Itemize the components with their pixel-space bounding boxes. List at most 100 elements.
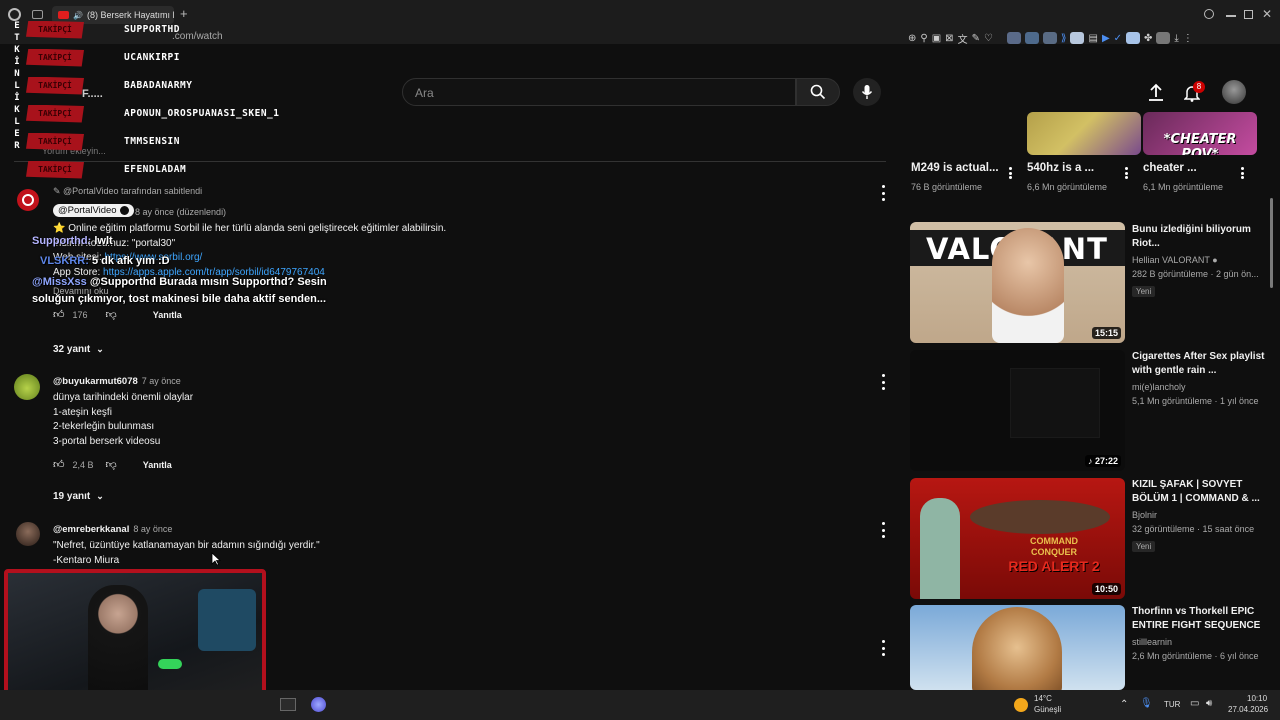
video-thumbnail[interactable] [910, 605, 1125, 690]
pin-icon: ✎ [53, 186, 64, 196]
comment-menu-button[interactable] [880, 185, 886, 201]
terminal-icon[interactable] [280, 698, 296, 711]
short-menu-button[interactable] [1239, 167, 1245, 179]
webcam-chair [198, 589, 256, 651]
search-input[interactable]: Ara [402, 78, 796, 106]
video-info: Bunu izlediğini biliyorum Riot... Hellia… [1132, 223, 1270, 299]
comment-menu-button[interactable] [880, 374, 886, 390]
comment-time[interactable]: 8 ay önce [133, 524, 172, 534]
search-button[interactable] [796, 78, 840, 106]
user-avatar[interactable] [1222, 80, 1246, 104]
short-overlay-text: *CHEATER POV* [1163, 132, 1237, 155]
view-replies-button[interactable]: 19 yanıt ⌄ [53, 491, 104, 502]
browser-menu-icon[interactable]: ⋮ [1183, 33, 1193, 44]
video-title[interactable]: Thorfinn vs Thorkell EPIC ENTIRE FIGHT S… [1132, 605, 1270, 633]
extension-7-icon[interactable]: ▶ [1102, 33, 1110, 44]
comment-menu-button[interactable] [880, 640, 886, 656]
short-title[interactable]: cheater ... [1143, 161, 1197, 175]
weather-icon[interactable] [1014, 698, 1028, 712]
video-channel[interactable]: Hellian VALORANT ● [1132, 253, 1270, 267]
video-channel[interactable]: Bjolnir [1132, 508, 1270, 522]
voice-search-button[interactable] [853, 78, 881, 106]
pin-icon[interactable]: ⚲ [920, 33, 927, 44]
screenshot-icon[interactable]: ▣ [932, 33, 941, 44]
short-menu-button[interactable] [1123, 167, 1129, 179]
dislike-icon[interactable]: 👎︎ [106, 308, 117, 321]
events-vertical-label: E T K İ N L İ K L E R [12, 20, 22, 152]
author-chip[interactable]: @PortalVideo [53, 204, 134, 217]
like-icon[interactable]: 👍︎ [53, 308, 65, 321]
comment-time[interactable]: 7 ay önce [142, 376, 181, 386]
upload-button[interactable] [1148, 83, 1164, 106]
follower-name: TMMSENSIN [124, 136, 180, 147]
like-icon[interactable]: 👍︎ [53, 458, 65, 471]
translate-icon[interactable]: 文 [958, 31, 968, 46]
video-thumbnail[interactable]: COMMAND CONQUER RED ALERT 2 10:50 [910, 478, 1125, 599]
follower-tag: TAKİPÇİ [26, 104, 84, 123]
new-tab-button[interactable]: + [180, 6, 188, 21]
zoom-icon[interactable]: ⊕ [908, 33, 916, 44]
network-icon[interactable]: ▭ [1190, 698, 1199, 709]
follower-tag: TAKİPÇİ [26, 132, 84, 151]
chevron-down-icon: ⌄ [96, 344, 104, 354]
video-channel[interactable]: stilllearnin [1132, 635, 1270, 649]
dislike-icon[interactable]: 👎︎ [106, 458, 117, 471]
profile-avatar-icon[interactable] [1156, 32, 1171, 44]
read-mode-icon[interactable]: ✎ [972, 33, 980, 44]
video-title[interactable]: Cigarettes After Sex playlist with gentl… [1132, 350, 1270, 378]
maximize-button[interactable] [1244, 10, 1253, 19]
language-indicator[interactable]: TUR [1164, 700, 1180, 709]
clock-time[interactable]: 10:10 [1247, 694, 1267, 703]
comment-time[interactable]: 8 ay önce (düzenlendi) [135, 207, 226, 217]
microphone-tray-icon[interactable]: 🎙︎ [1140, 698, 1153, 709]
close-window-button[interactable]: ✕ [1262, 7, 1272, 21]
extension-9-icon[interactable] [1126, 32, 1141, 44]
comment-menu-button[interactable] [880, 522, 886, 538]
video-title[interactable]: Bunu izlediğini biliyorum Riot... [1132, 223, 1270, 251]
short-thumbnail[interactable]: *CHEATER POV* [1143, 112, 1257, 155]
chat-message: Supporthd: lwlt [32, 235, 113, 247]
video-thumbnail[interactable]: VALORANT 15:15 [910, 222, 1125, 343]
tray-chevron-icon[interactable]: ⌃ [1120, 699, 1128, 710]
commenter-avatar[interactable] [14, 374, 40, 400]
short-title[interactable]: M249 is actual... [911, 161, 999, 175]
download-icon[interactable]: ⤓ [1174, 33, 1178, 44]
extension-3-icon[interactable] [1042, 32, 1057, 44]
comment-author[interactable]: @buyukarmut6078 [53, 376, 138, 387]
extensions-puzzle-icon[interactable]: ✤ [1144, 33, 1152, 44]
comment-author[interactable]: @emreberkkanal [53, 524, 129, 535]
chat-message: VLSKRR: 5 dk afk yım :D [40, 255, 170, 267]
browser-search-icon[interactable] [1204, 9, 1214, 19]
extension-4-icon[interactable]: ⟫ [1061, 33, 1067, 44]
extension-1-icon[interactable] [1006, 32, 1021, 44]
reply-button[interactable]: Yanıtla [153, 310, 182, 320]
extension-8-icon[interactable]: ✓ [1114, 33, 1122, 44]
video-channel[interactable]: mi(e)lancholy [1132, 380, 1270, 394]
commenter-avatar[interactable] [16, 522, 40, 546]
extension-2-icon[interactable] [1024, 32, 1039, 44]
follower-tag: TAKİPÇİ [26, 76, 84, 95]
short-menu-button[interactable] [1007, 167, 1013, 179]
clock-date[interactable]: 27.04.2026 [1228, 705, 1268, 714]
view-replies-button[interactable]: 32 yanıt ⌄ [53, 344, 104, 355]
thumbnail-logo: COMMAND CONQUER RED ALERT 2 [996, 536, 1112, 574]
short-thumbnail[interactable] [1027, 112, 1141, 155]
extension-5-icon[interactable] [1070, 32, 1085, 44]
follower-row: TAKİPÇİ SUPPORTHD [26, 20, 306, 39]
tab-menu-icon[interactable] [32, 10, 43, 19]
weather-temperature: 14°C [1034, 694, 1052, 703]
extension-6-icon[interactable]: ▤ [1088, 33, 1097, 44]
chat-text: lwlt [94, 235, 113, 247]
block-icon[interactable]: ⊠ [945, 33, 953, 44]
reply-button[interactable]: Yanıtla [143, 460, 172, 470]
portalvideo-avatar[interactable] [17, 189, 39, 211]
video-thumbnail[interactable]: ♪ 27:22 [910, 350, 1125, 471]
page-scrollbar[interactable] [1270, 198, 1273, 288]
short-thumbnail[interactable] [910, 112, 1024, 155]
short-title[interactable]: 540hz is a ... [1027, 161, 1094, 175]
browser-taskbar-icon[interactable] [311, 697, 326, 712]
volume-icon[interactable]: 🔊︎ [1206, 698, 1212, 709]
video-title[interactable]: KIZIL ŞAFAK | SOVYET BÖLÜM 1 | COMMAND &… [1132, 478, 1270, 506]
minimize-button[interactable] [1226, 15, 1236, 17]
favorite-icon[interactable]: ♡ [984, 33, 993, 44]
